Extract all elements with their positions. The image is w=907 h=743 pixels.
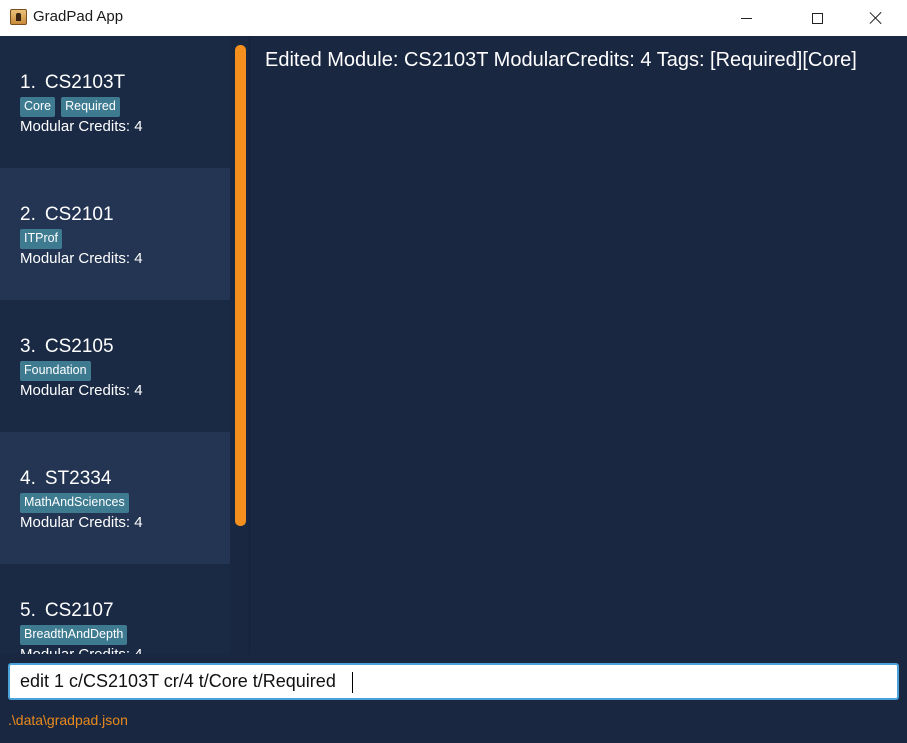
module-credits: Modular Credits: 4 [20,646,230,654]
close-button[interactable] [853,0,899,36]
module-card[interactable]: 1. CS2103T Core Required Modular Credits:… [0,36,230,168]
module-code: CS2105 [44,336,114,357]
module-title: 2. CS2101 [20,203,230,227]
command-box[interactable] [8,663,899,700]
module-card[interactable]: 5. CS2107 BreadthAndDepth Modular Credits… [0,564,230,654]
tag-label: Core [20,97,56,117]
module-card[interactable]: 2. CS2101 ITProf Modular Credits: 4 [0,168,230,300]
app-body: 1. CS2103T Core Required Modular Credits:… [0,36,907,743]
maximize-button[interactable] [794,0,840,36]
status-file-path: .\data\gradpad.json [8,712,128,728]
text-cursor [352,672,353,693]
module-card[interactable]: 4. ST2334 MathAndSciences Modular Credits… [0,432,230,564]
maximize-icon [811,12,823,24]
tag-label: BreadthAndDepth [20,625,128,645]
module-index: 4. [20,468,36,489]
module-title: 3. CS2105 [20,335,230,359]
module-index: 3. [20,336,36,357]
module-index: 2. [20,204,36,225]
module-code: ST2334 [44,468,112,489]
module-credits: Modular Credits: 4 [20,514,143,531]
tag-label: Foundation [20,361,91,381]
module-credits: Modular Credits: 4 [20,250,143,267]
module-title: 4. ST2334 [20,467,230,491]
tag-label: Required [61,97,120,117]
tag-label: MathAndSciences [20,493,129,513]
app-icon [10,9,27,25]
result-display: Edited Module: CS2103T ModularCredits: 4… [265,49,857,71]
module-credits: Modular Credits: 4 [20,382,143,399]
close-icon [869,11,883,25]
panel-divider [249,36,250,654]
tag-label: ITProf [20,229,63,249]
module-code: CS2107 [44,600,114,621]
scrollbar-thumb[interactable] [235,45,246,526]
module-index: 5. [20,600,36,621]
module-code: CS2103T [44,72,126,93]
module-tags: BreadthAndDepth [20,625,230,645]
module-title: 1. CS2103T [20,71,230,95]
window-title: GradPad App [33,8,124,25]
module-tags: Core Required [20,97,230,117]
module-card[interactable]: 3. CS2105 Foundation Modular Credits: 4 [0,300,230,432]
module-list[interactable]: 1. CS2103T Core Required Modular Credits:… [0,36,230,654]
module-title: 5. CS2107 [20,599,230,623]
title-bar: GradPad App [0,0,907,36]
command-input[interactable] [10,665,897,698]
module-index: 1. [20,72,36,93]
minimize-button[interactable] [723,0,769,36]
module-credits: Modular Credits: 4 [20,118,143,135]
minimize-icon [740,17,752,19]
module-tags: MathAndSciences [20,493,230,513]
module-tags: Foundation [20,361,230,381]
module-code: CS2101 [44,204,114,225]
module-tags: ITProf [20,229,230,249]
